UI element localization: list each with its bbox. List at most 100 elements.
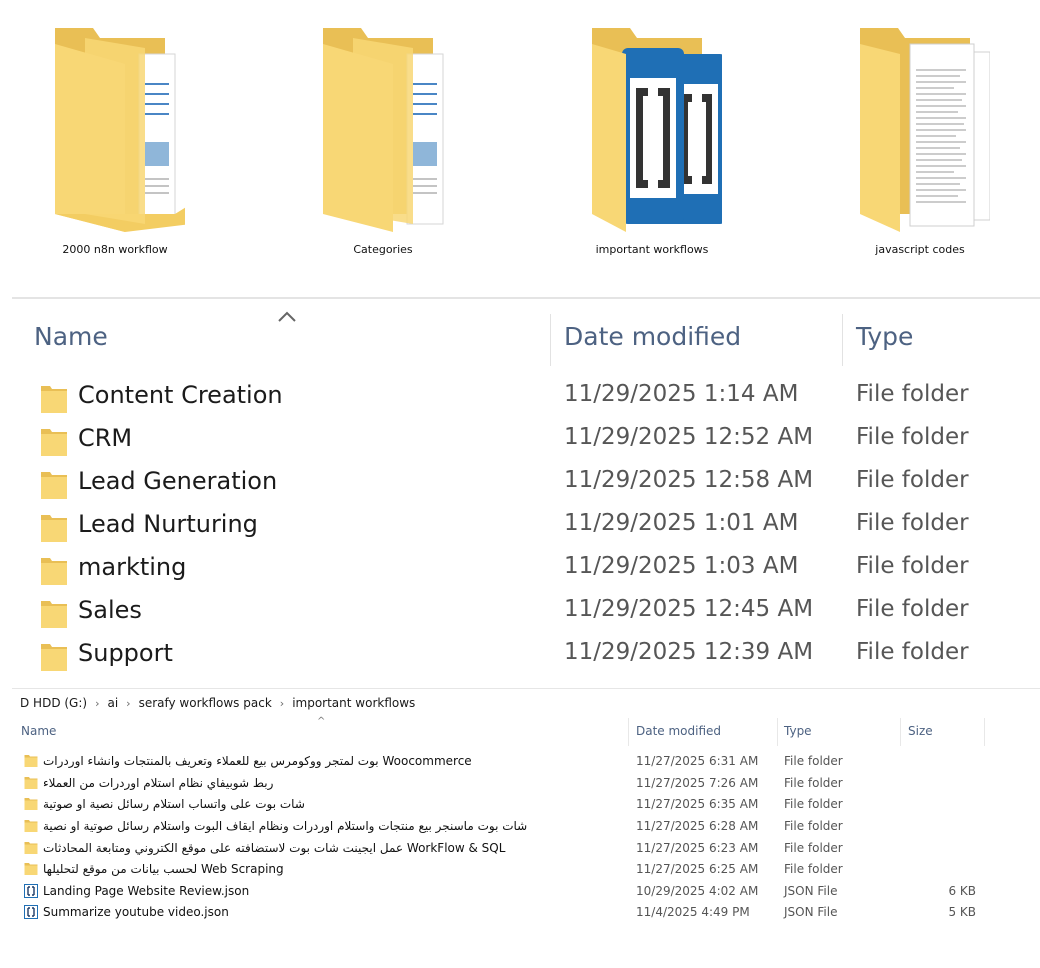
chevron-right-icon[interactable]: › <box>280 697 284 710</box>
file-type: File folder <box>784 754 843 768</box>
file-row[interactable]: Summarize youtube video.json 11/4/2025 4… <box>0 902 1040 923</box>
file-row-crm[interactable]: CRM 11/29/2025 12:52 AM File folder <box>0 421 1040 464</box>
date-modified: 11/29/2025 12:45 AM <box>564 596 814 622</box>
file-type: JSON File <box>784 905 838 919</box>
date-modified: 10/29/2025 4:02 AM <box>636 884 759 898</box>
file-row[interactable]: ربط شوبيفاي نظام استلام اوردرات من العمل… <box>0 773 1040 794</box>
file-name: شات بوت ماسنجر بيع منتجات واستلام اوردرا… <box>43 819 528 833</box>
large-icon-item-categories[interactable]: Categories <box>298 18 468 268</box>
date-modified: 11/29/2025 1:01 AM <box>564 510 799 536</box>
large-icon-item-javascript-codes[interactable]: javascript codes <box>835 18 1005 268</box>
file-row-sales[interactable]: Sales 11/29/2025 12:45 AM File folder <box>0 593 1040 636</box>
file-size: 6 KB <box>948 884 976 898</box>
column-header-type[interactable]: Type <box>784 724 812 738</box>
breadcrumb-item-serafy-workflows-pack[interactable]: serafy workflows pack <box>139 696 272 710</box>
file-row[interactable]: شات بوت على واتساب استلام رسائل نصية او … <box>0 794 1040 815</box>
column-separator[interactable] <box>777 718 778 746</box>
folder-icon <box>41 472 67 499</box>
column-header-date-modified[interactable]: Date modified <box>564 322 741 351</box>
file-row-content-creation[interactable]: Content Creation 11/29/2025 1:14 AM File… <box>0 378 1040 421</box>
file-row-lead-generation[interactable]: Lead Generation 11/29/2025 12:58 AM File… <box>0 464 1040 507</box>
file-type: File folder <box>856 553 969 579</box>
file-name: Sales <box>78 596 142 624</box>
sort-ascending-chevron-icon[interactable] <box>277 310 297 324</box>
folder-with-text-files-icon <box>860 28 990 232</box>
file-type: File folder <box>784 776 843 790</box>
date-modified: 11/27/2025 6:23 AM <box>636 841 759 855</box>
column-separator[interactable] <box>550 314 551 366</box>
large-icon-item-2000-n8n-workflow[interactable]: 2000 n8n workflow <box>30 18 200 268</box>
file-type: File folder <box>784 797 843 811</box>
file-type: File folder <box>856 381 969 407</box>
json-file-icon <box>24 905 38 919</box>
date-modified: 11/29/2025 12:39 AM <box>564 639 814 665</box>
file-type: File folder <box>784 862 843 876</box>
explorer-window: D HDD (G:) › ai › serafy workflows pack … <box>0 688 1040 968</box>
file-name: عمل ايجينت شات بوت لاستضافته على موقع ال… <box>43 841 506 855</box>
file-type: JSON File <box>784 884 838 898</box>
file-row-lead-nurturing[interactable]: Lead Nurturing 11/29/2025 1:01 AM File f… <box>0 507 1040 550</box>
column-header-name[interactable]: Name <box>21 724 56 738</box>
sort-ascending-chevron-icon[interactable]: ^ <box>317 716 325 727</box>
date-modified: 11/27/2025 6:35 AM <box>636 797 759 811</box>
date-modified: 11/27/2025 7:26 AM <box>636 776 759 790</box>
folder-icon <box>24 863 38 875</box>
section-divider <box>12 688 1040 689</box>
column-header-date-modified[interactable]: Date modified <box>636 724 721 738</box>
chevron-right-icon[interactable]: › <box>95 697 99 710</box>
column-separator[interactable] <box>628 718 629 746</box>
file-type: File folder <box>784 841 843 855</box>
date-modified: 11/27/2025 6:28 AM <box>636 819 759 833</box>
large-icon-label: Categories <box>353 243 413 256</box>
folder-icon <box>24 842 38 854</box>
file-name: لحسب بيانات من موقع لتحليلها Web Scrapin… <box>43 862 284 876</box>
breadcrumb-item-drive[interactable]: D HDD (G:) <box>20 696 87 710</box>
file-type: File folder <box>856 596 969 622</box>
folder-icon <box>41 386 67 413</box>
breadcrumb-item-ai[interactable]: ai <box>107 696 118 710</box>
folder-with-documents-icon <box>55 28 185 232</box>
date-modified: 11/27/2025 6:25 AM <box>636 862 759 876</box>
section-divider <box>12 297 1040 299</box>
folder-with-brackets-files-icon <box>592 28 722 232</box>
file-row[interactable]: عمل ايجينت شات بوت لاستضافته على موقع ال… <box>0 838 1040 859</box>
file-row-support[interactable]: Support 11/29/2025 12:39 AM File folder <box>0 636 1040 679</box>
breadcrumb: D HDD (G:) › ai › serafy workflows pack … <box>20 693 415 713</box>
folder-icon <box>24 755 38 767</box>
large-icon-item-important-workflows[interactable]: important workflows <box>567 18 737 268</box>
file-type: File folder <box>856 510 969 536</box>
file-name: Landing Page Website Review.json <box>43 884 250 898</box>
details-view-zoomed: Name Date modified Type Content Creation… <box>0 300 1040 686</box>
date-modified: 11/29/2025 12:52 AM <box>564 424 814 450</box>
large-icon-label: important workflows <box>595 243 709 256</box>
date-modified: 11/29/2025 1:03 AM <box>564 553 799 579</box>
file-type: File folder <box>856 424 969 450</box>
date-modified: 11/29/2025 1:14 AM <box>564 381 799 407</box>
folder-icon <box>24 777 38 789</box>
column-header-type[interactable]: Type <box>856 322 913 351</box>
file-row[interactable]: بوت لمتجر ووكومرس بيع للعملاء وتعريف بال… <box>0 751 1040 772</box>
file-row[interactable]: شات بوت ماسنجر بيع منتجات واستلام اوردرا… <box>0 816 1040 837</box>
column-header-name[interactable]: Name <box>34 322 108 351</box>
column-header-size[interactable]: Size <box>908 724 933 738</box>
file-type: File folder <box>856 467 969 493</box>
json-file-icon <box>24 884 38 898</box>
column-separator[interactable] <box>900 718 901 746</box>
date-modified: 11/27/2025 6:31 AM <box>636 754 759 768</box>
file-size: 5 KB <box>948 905 976 919</box>
file-name: Content Creation <box>78 381 283 409</box>
breadcrumb-item-important-workflows[interactable]: important workflows <box>292 696 415 710</box>
chevron-right-icon[interactable]: › <box>126 697 130 710</box>
folder-icon <box>41 601 67 628</box>
column-separator[interactable] <box>842 314 843 366</box>
file-row[interactable]: لحسب بيانات من موقع لتحليلها Web Scrapin… <box>0 859 1040 880</box>
folder-with-documents-icon <box>323 28 444 232</box>
file-name: بوت لمتجر ووكومرس بيع للعملاء وتعريف بال… <box>43 754 472 768</box>
folder-icon <box>41 644 67 671</box>
file-name: Lead Generation <box>78 467 278 495</box>
large-icon-label: javascript codes <box>875 243 965 256</box>
file-name: markting <box>78 553 187 581</box>
file-row-markting[interactable]: markting 11/29/2025 1:03 AM File folder <box>0 550 1040 593</box>
column-separator[interactable] <box>984 718 985 746</box>
file-row[interactable]: Landing Page Website Review.json 10/29/2… <box>0 881 1040 902</box>
